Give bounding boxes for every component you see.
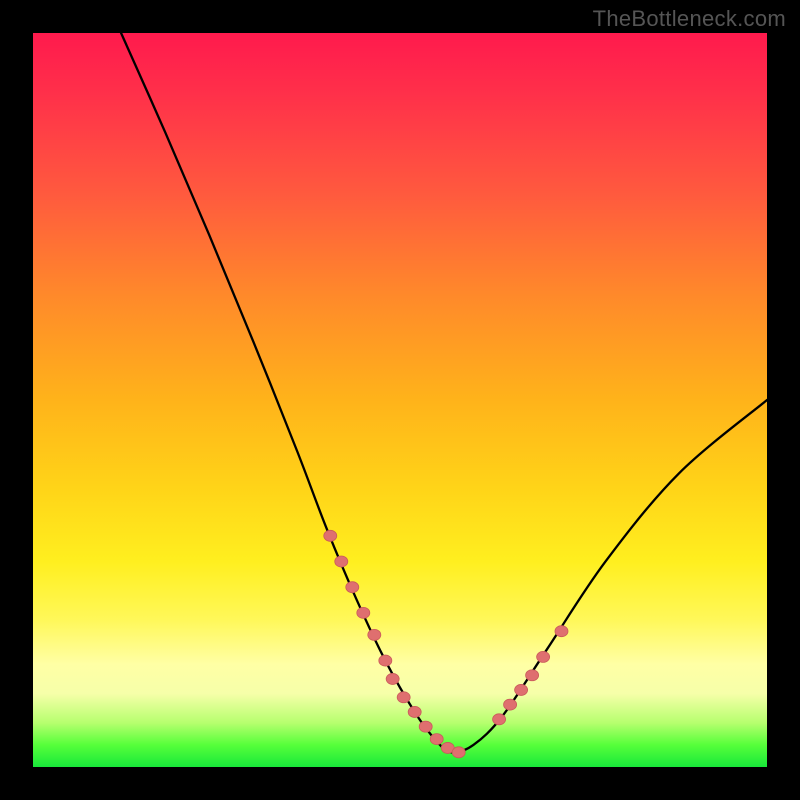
curve-marker [335,556,348,567]
curve-marker [368,629,381,640]
curve-marker [379,655,392,666]
curve-marker [324,530,337,541]
chart-svg [33,33,767,767]
curve-marker [504,699,517,710]
bottleneck-curve [121,33,767,752]
curve-marker [419,721,432,732]
plot-area [33,33,767,767]
curve-marker [555,626,568,637]
curve-marker [515,684,528,695]
watermark-text: TheBottleneck.com [593,6,786,32]
curve-marker [537,651,550,662]
chart-frame: TheBottleneck.com [0,0,800,800]
marker-cluster-left [324,530,465,758]
curve-marker [397,692,410,703]
curve-marker [386,673,399,684]
curve-marker [357,607,370,618]
curve-marker [346,582,359,593]
curve-marker [430,734,443,745]
marker-cluster-right [493,626,568,725]
curve-marker [408,706,421,717]
curve-marker [452,747,465,758]
curve-marker [526,670,539,681]
curve-marker [493,714,506,725]
